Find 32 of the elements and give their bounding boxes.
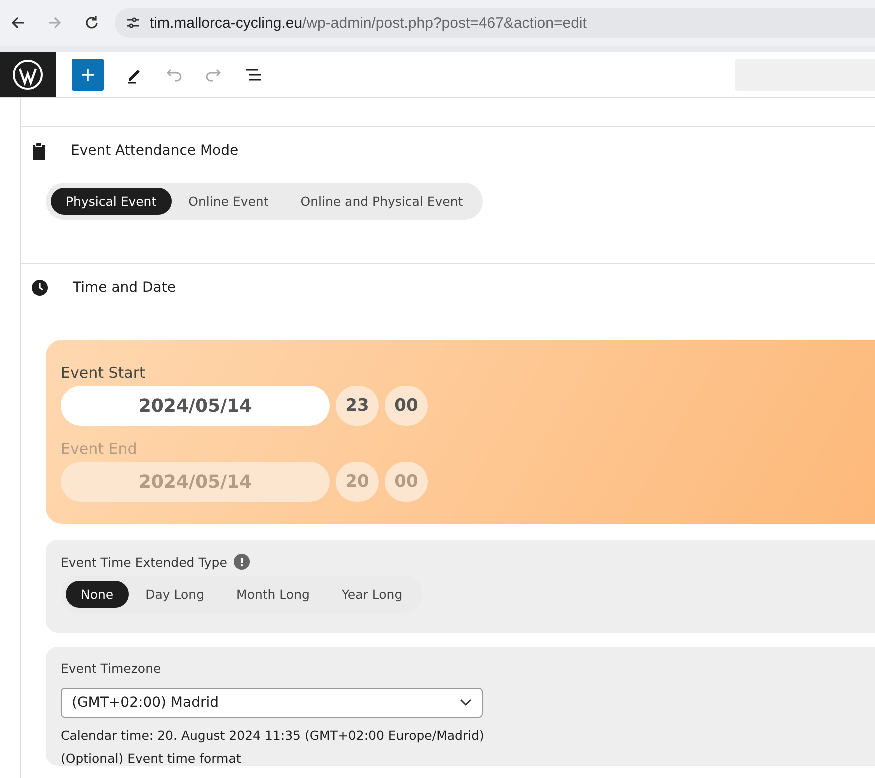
minute-field[interactable]: 00 [385,386,428,426]
date-field[interactable]: 2024/05/14 [61,386,330,426]
field-label: Event Start [61,364,146,382]
reload-icon[interactable] [84,15,100,31]
timezone-select[interactable]: (GMT+02:00) Madrid [61,688,483,718]
segment-option[interactable]: Online and Physical Event [286,188,478,215]
segment-option[interactable]: Physical Event [51,188,172,215]
add-block-button[interactable] [72,58,104,90]
chevron-down-icon [460,699,472,707]
section-title: Time and Date [73,280,176,296]
plus-icon [80,66,96,82]
site-settings-icon[interactable] [125,15,141,31]
clipboard-icon [31,142,47,160]
logo-tile[interactable] [0,52,56,97]
segment-option[interactable]: Year Long [326,581,418,608]
section-title: Event Attendance Mode [71,143,239,159]
field-label: Event Timezone [61,661,162,676]
field-label: Event Time Extended Type [61,554,228,570]
calendar-time-text: Calendar time: 20. August 2024 11:35 (GMT+02:00 Europe/Madrid) [61,728,484,743]
segment-option[interactable]: Month Long [222,581,325,608]
field-label: (Optional) Event time format [61,751,242,766]
hour-field[interactable]: 23 [336,386,379,426]
wordpress-logo[interactable] [12,58,44,90]
back-icon[interactable] [10,15,26,31]
clock-icon [31,279,49,297]
info-icon[interactable] [234,554,250,570]
segment-option[interactable]: Day Long [130,581,220,608]
segment-option[interactable]: None [66,581,129,608]
url-text[interactable]: tim.mallorca-cycling.eu/wp-admin/post.php?post=467&action=edit [150,14,587,32]
address-bar[interactable]: tim.mallorca-cycling.eu/wp-admin/post.php?post=467&action=edit [115,8,875,38]
segment-option[interactable]: Online Event [174,188,284,215]
field-label: Event End [61,440,138,458]
